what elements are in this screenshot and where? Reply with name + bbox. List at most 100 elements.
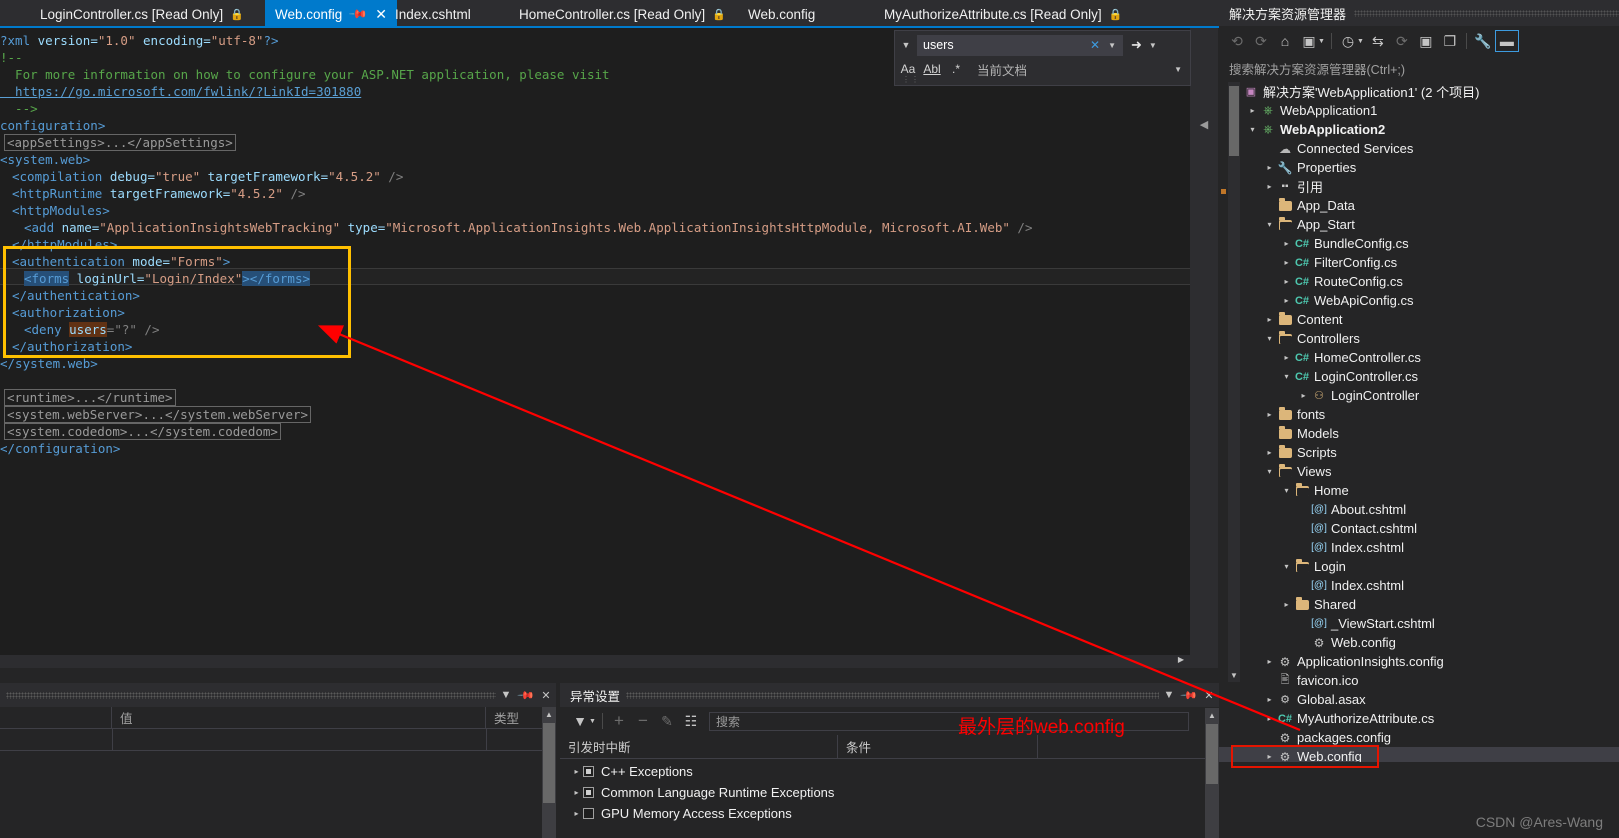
copy-icon[interactable]: ❐ [1438,30,1462,52]
back-icon[interactable]: ⟲ [1225,30,1249,52]
expand-arrow-open-icon[interactable]: ▾ [1263,220,1276,229]
tree-item[interactable]: ▾ C# LoginController.cs [1219,367,1619,386]
code-line-deny-users[interactable]: <deny users="?" /> [24,321,159,338]
expand-replace-chevron-icon[interactable]: ▼ [895,40,917,50]
properties-icon[interactable]: 🔧 [1471,30,1495,52]
expand-arrow-closed-icon[interactable]: ▸ [1263,695,1276,704]
editor-tab[interactable]: Web.config 📌 ✕ [265,0,397,28]
tree-item[interactable]: ▸ fonts [1219,405,1619,424]
sync-icon[interactable]: ⇆ [1366,30,1390,52]
exception-scroll-up-icon[interactable]: ▲ [1205,708,1219,722]
tree-item[interactable]: ▾ App_Start [1219,215,1619,234]
collapsed-region[interactable]: <system.codedom>...</system.codedom> [4,423,281,440]
editor-tab[interactable]: Web.config [738,0,825,28]
tree-item[interactable]: ▾ Login [1219,557,1619,576]
expand-arrow-closed-icon[interactable]: ▸ [1280,600,1293,609]
editor-tab[interactable]: HomeController.cs [Read Only] 🔒 [509,0,736,28]
preview-icon[interactable]: ▬ [1494,30,1519,52]
expand-arrow-closed-icon[interactable]: ▸ [1263,163,1276,172]
expand-arrow-closed-icon[interactable]: ▸ [1246,106,1259,115]
expand-arrow-closed-icon[interactable]: ▸ [1280,296,1293,305]
tree-item[interactable]: ▸ ⚙ ApplicationInsights.config [1219,652,1619,671]
exception-checkbox[interactable] [583,808,594,819]
exception-scroll-thumb[interactable] [1206,724,1218,784]
tree-item[interactable]: ▸ ⚇ LoginController [1219,386,1619,405]
tree-item[interactable]: ▾ Home [1219,481,1619,500]
solution-tree[interactable]: ▣ 解决方案'WebApplication1' (2 个项目) ▸ ⎈ WebAppli… [1219,82,1619,762]
show-all-files-icon-dropdown-icon[interactable]: ▼ [1357,38,1364,45]
clear-search-icon[interactable]: ✕ [1090,38,1100,52]
tree-item[interactable]: [@] Index.cshtml [1219,576,1619,595]
locals-scroll-up-icon[interactable]: ▲ [542,707,556,721]
find-next-icon[interactable]: ➜ [1131,37,1142,53]
code-line-selected[interactable]: <forms loginUrl="Login/Index"></forms> [24,270,310,287]
solution-explorer-search-input[interactable]: 搜索解决方案资源管理器(Ctrl+;) [1219,57,1619,79]
expand-arrow-open-icon[interactable]: ▾ [1263,467,1276,476]
scroll-right-arrow-icon[interactable]: ▶ [1178,655,1184,664]
find-resize-grip-icon[interactable]: ⋮⋮ [902,75,920,84]
expand-arrow-closed-icon[interactable]: ▸ [1263,410,1276,419]
locals-col-name[interactable] [0,706,112,729]
solution-scroll-down-icon[interactable]: ▼ [1228,668,1240,682]
filter-dropdown-icon[interactable]: ▼ [589,718,596,725]
tree-item[interactable]: [@] Contact.cshtml [1219,519,1619,538]
tree-item[interactable]: [@] About.cshtml [1219,500,1619,519]
locals-empty-row[interactable] [0,729,556,751]
exception-scrollbar[interactable]: ▲ [1205,708,1219,838]
tree-item[interactable]: Models [1219,424,1619,443]
solution-explorer-scrollbar[interactable]: ▼ [1228,82,1240,682]
locals-dropdown-icon[interactable]: ▼ [496,689,516,701]
expand-arrow-closed-icon[interactable]: ▸ [1297,391,1310,400]
exception-expand-icon[interactable]: ▸ [570,788,583,797]
exception-row[interactable]: ▸ Common Language Runtime Exceptions [560,782,1205,803]
editor-tab[interactable]: LoginController.cs [Read Only] 🔒 [30,0,254,28]
tree-item[interactable]: ▾ Views [1219,462,1619,481]
tree-item[interactable]: ▸ ⎈ WebApplication1 [1219,101,1619,120]
collapsed-region[interactable]: <system.webServer>...</system.webServer> [4,406,312,423]
collapsed-region[interactable]: <appSettings>...</appSettings> [4,134,236,151]
expand-arrow-open-icon[interactable]: ▾ [1263,334,1276,343]
use-regex-button[interactable]: .* [945,59,967,79]
tree-item[interactable]: ▸ C# MyAuthorizeAttribute.cs [1219,709,1619,728]
locals-col-value[interactable]: 值 [112,706,486,729]
editor-tab[interactable]: Index.cshtml [385,0,481,28]
exception-col-break[interactable]: 引发时中断 [560,734,838,759]
panel-collapse-icon[interactable]: ◀ [1190,118,1218,131]
locals-scroll-thumb[interactable] [543,723,555,803]
solution-scroll-thumb[interactable] [1229,86,1239,156]
exception-row[interactable]: ▸ GPU Memory Access Exceptions [560,803,1205,824]
refresh-icon[interactable]: ⟳ [1390,30,1414,52]
expand-arrow-open-icon[interactable]: ▾ [1280,486,1293,495]
expand-arrow-closed-icon[interactable]: ▸ [1263,714,1276,723]
exception-checkbox[interactable] [583,766,594,777]
tree-item[interactable]: ▸ C# RouteConfig.cs [1219,272,1619,291]
expand-arrow-closed-icon[interactable]: ▸ [1280,239,1293,248]
exception-row[interactable]: ▸ C++ Exceptions [560,761,1205,782]
exception-close-icon[interactable]: ✕ [1199,689,1219,702]
restore-defaults-icon[interactable]: ☷ [679,710,703,732]
tree-item[interactable]: ▸ Scripts [1219,443,1619,462]
pin-tab-icon[interactable]: 📌 [349,4,369,24]
find-scope-dropdown-icon[interactable]: ▼ [1174,65,1182,74]
exception-expand-icon[interactable]: ▸ [570,809,583,818]
expand-arrow-closed-icon[interactable]: ▸ [1263,448,1276,457]
find-next-dropdown-icon[interactable]: ▼ [1149,41,1157,50]
tree-item[interactable]: ▸ C# BundleConfig.cs [1219,234,1619,253]
tree-item[interactable]: 🖹 favicon.ico [1219,671,1619,690]
expand-arrow-closed-icon[interactable]: ▸ [1263,182,1276,191]
expand-arrow-open-icon[interactable]: ▾ [1280,562,1293,571]
tree-item[interactable]: ▸ C# WebApiConfig.cs [1219,291,1619,310]
tree-item[interactable]: ⚙ Web.config [1219,633,1619,652]
collapse-all-icon[interactable]: ▣ [1414,30,1438,52]
forward-icon[interactable]: ⟳ [1249,30,1273,52]
tree-item[interactable]: ▣ 解决方案'WebApplication1' (2 个项目) [1219,82,1619,101]
edit-condition-icon[interactable]: ✎ [655,710,679,732]
tree-item[interactable]: ▾ Controllers [1219,329,1619,348]
collapsed-region[interactable]: <runtime>...</runtime> [4,389,176,406]
code-editor[interactable]: ?xml version="1.0" encoding="utf-8"?> !--… [0,28,1190,668]
find-replace-widget[interactable]: ▼ users ✕ ▼ ➜ ▼ Aa Abl .* 当前文档 ▼ ⋮⋮ [894,30,1191,86]
exception-expand-icon[interactable]: ▸ [570,767,583,776]
tree-item[interactable]: ▸ C# HomeController.cs [1219,348,1619,367]
add-exception-icon[interactable]: + [607,710,631,732]
tree-item[interactable]: ▸ Shared [1219,595,1619,614]
